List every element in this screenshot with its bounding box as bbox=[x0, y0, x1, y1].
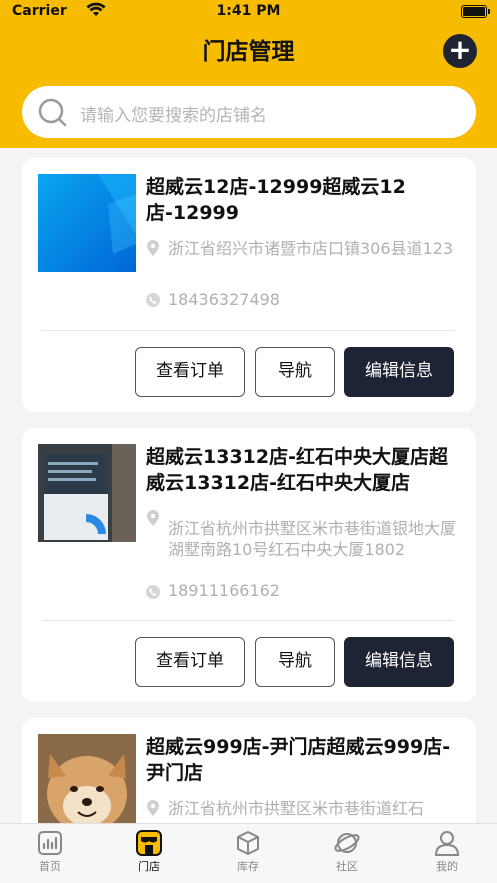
location-icon bbox=[146, 510, 160, 530]
tab-label: 门店 bbox=[138, 860, 160, 873]
view-orders-button[interactable]: 查看订单 bbox=[135, 637, 245, 687]
store-thumbnail[interactable] bbox=[38, 444, 136, 542]
add-store-button[interactable]: + bbox=[443, 34, 477, 68]
store-thumbnail[interactable] bbox=[38, 734, 136, 832]
status-time: 1:41 PM bbox=[216, 3, 281, 19]
store-name: 超威云12店-12999超威云12店-12999 bbox=[146, 176, 406, 224]
tab-store[interactable]: 门店 bbox=[119, 830, 179, 874]
search-icon bbox=[38, 98, 68, 132]
tab-label: 社区 bbox=[336, 860, 358, 873]
store-address: 浙江省杭州市拱墅区米市巷街道银地大厦湖墅南路10号红石中央大厦1802 bbox=[168, 519, 457, 559]
page-title: 门店管理 bbox=[202, 39, 295, 65]
cube-icon bbox=[218, 830, 278, 856]
planet-icon bbox=[317, 830, 377, 856]
store-icon bbox=[119, 830, 179, 856]
phone-icon bbox=[146, 584, 160, 603]
navigate-button[interactable]: 导航 bbox=[255, 347, 335, 397]
tab-bar: 首页 门店 库存 社区 我的 bbox=[0, 823, 497, 883]
location-icon bbox=[146, 240, 160, 260]
status-bar: Carrier 1:41 PM bbox=[0, 0, 497, 24]
view-orders-button[interactable]: 查看订单 bbox=[135, 347, 245, 397]
chart-icon bbox=[20, 830, 80, 856]
location-icon bbox=[146, 800, 160, 820]
edit-info-button[interactable]: 编辑信息 bbox=[344, 347, 454, 397]
store-address: 浙江省杭州市拱墅区米市巷街道红石 bbox=[168, 799, 425, 818]
search-input[interactable]: 请输入您要搜索的店铺名 bbox=[80, 101, 267, 126]
store-thumbnail[interactable] bbox=[38, 174, 136, 272]
divider bbox=[42, 330, 454, 331]
tab-label: 我的 bbox=[436, 860, 458, 873]
edit-info-button[interactable]: 编辑信息 bbox=[344, 637, 454, 687]
store-phone[interactable]: 18911166162 bbox=[168, 581, 280, 600]
tab-community[interactable]: 社区 bbox=[317, 830, 377, 874]
tab-home[interactable]: 首页 bbox=[20, 830, 80, 874]
tab-label: 库存 bbox=[237, 860, 259, 873]
tab-profile[interactable]: 我的 bbox=[417, 830, 477, 874]
store-card: 超威云12店-12999超威云12店-12999 浙江省绍兴市诸暨市店口镇306… bbox=[22, 158, 476, 412]
user-icon bbox=[417, 830, 477, 856]
store-card: 超威云999店-尹门店超威云999店-尹门店 浙江省杭州市拱墅区米市巷街道红石 bbox=[22, 718, 476, 838]
navigate-button[interactable]: 导航 bbox=[255, 637, 335, 687]
phone-icon bbox=[146, 292, 160, 311]
store-address: 浙江省绍兴市诸暨市店口镇306县道123 bbox=[168, 239, 454, 258]
store-card: 超威云13312店-红石中央大厦店超威云13312店-红石中央大厦店 浙江省杭州… bbox=[22, 428, 476, 702]
search-bar[interactable]: 请输入您要搜索的店铺名 bbox=[22, 86, 476, 138]
divider bbox=[42, 620, 454, 621]
battery-icon bbox=[461, 5, 490, 18]
header: Carrier 1:41 PM 门店管理 + 请输入您要搜索的店铺名 bbox=[0, 0, 497, 148]
tab-inventory[interactable]: 库存 bbox=[218, 830, 278, 874]
store-phone[interactable]: 18436327498 bbox=[168, 290, 280, 309]
store-name: 超威云13312店-红石中央大厦店超威云13312店-红石中央大厦店 bbox=[146, 446, 448, 494]
tab-label: 首页 bbox=[39, 860, 61, 873]
store-name: 超威云999店-尹门店超威云999店-尹门店 bbox=[146, 736, 451, 784]
